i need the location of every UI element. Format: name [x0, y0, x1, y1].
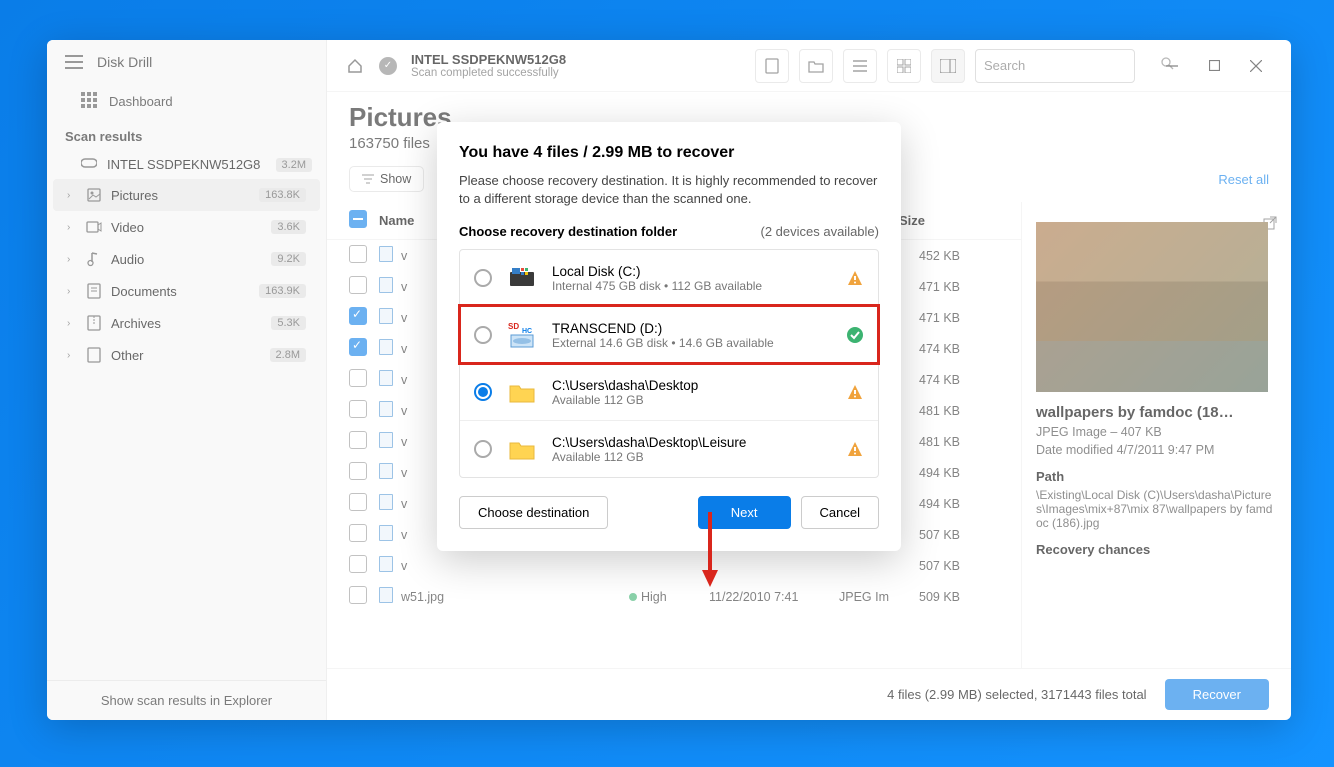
drive-icon — [506, 433, 538, 465]
destination-name: TRANSCEND (D:) — [552, 321, 832, 336]
destination-detail: Available 112 GB — [552, 450, 832, 464]
modal-title: You have 4 files / 2.99 MB to recover — [459, 144, 879, 162]
drive-icon — [506, 376, 538, 408]
destination-status-icon — [846, 440, 864, 458]
destination-radio[interactable] — [474, 440, 492, 458]
destination-detail: Internal 475 GB disk • 112 GB available — [552, 279, 832, 293]
svg-text:SD: SD — [508, 322, 519, 331]
svg-text:HC: HC — [522, 328, 532, 335]
drive-icon — [506, 262, 538, 294]
destination-name: C:\Users\dasha\Desktop — [552, 378, 832, 393]
destination-option[interactable]: C:\Users\dasha\Desktop Available 112 GB — [460, 363, 878, 420]
cancel-button[interactable]: Cancel — [801, 496, 879, 529]
dest-count: (2 devices available) — [760, 224, 879, 239]
modal-description: Please choose recovery destination. It i… — [459, 172, 879, 208]
destination-option[interactable]: SDHC TRANSCEND (D:) External 14.6 GB dis… — [460, 306, 878, 363]
choose-destination-button[interactable]: Choose destination — [459, 496, 608, 529]
destination-radio[interactable] — [474, 383, 492, 401]
destination-list: Local Disk (C:) Internal 475 GB disk • 1… — [459, 249, 879, 478]
destination-detail: External 14.6 GB disk • 14.6 GB availabl… — [552, 336, 832, 350]
destination-detail: Available 112 GB — [552, 393, 832, 407]
app-window: Disk Drill Dashboard Scan results INTEL … — [47, 40, 1291, 720]
destination-name: C:\Users\dasha\Desktop\Leisure — [552, 435, 832, 450]
drive-icon: SDHC — [506, 319, 538, 351]
destination-status-icon — [846, 269, 864, 287]
destination-radio[interactable] — [474, 269, 492, 287]
next-button[interactable]: Next — [698, 496, 791, 529]
destination-status-icon — [846, 326, 864, 344]
dest-label: Choose recovery destination folder — [459, 224, 677, 239]
destination-option[interactable]: C:\Users\dasha\Desktop\Leisure Available… — [460, 420, 878, 477]
modal-overlay: You have 4 files / 2.99 MB to recover Pl… — [47, 40, 1291, 720]
destination-option[interactable]: Local Disk (C:) Internal 475 GB disk • 1… — [460, 250, 878, 306]
destination-name: Local Disk (C:) — [552, 264, 832, 279]
destination-status-icon — [846, 383, 864, 401]
recovery-destination-modal: You have 4 files / 2.99 MB to recover Pl… — [437, 122, 901, 551]
destination-radio[interactable] — [474, 326, 492, 344]
